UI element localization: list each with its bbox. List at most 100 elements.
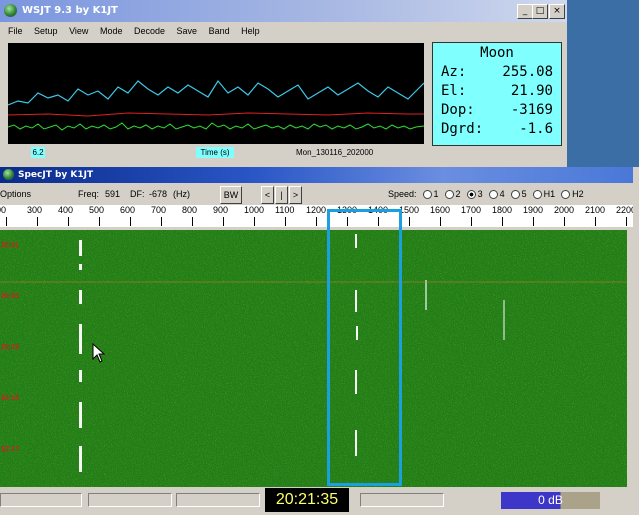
scale-tick-mark — [440, 217, 441, 226]
scale-tick-mark — [130, 217, 131, 226]
waterfall-time-mark: 20:17 — [1, 446, 19, 453]
frequency-highlight-box — [327, 209, 402, 486]
freq-label: Freq: — [78, 189, 100, 199]
scale-tick-mark — [99, 217, 100, 226]
speed-group: Speed: 1 2 3 4 5 H1 H2 — [388, 184, 584, 204]
utc-clock: 20:21:35 — [265, 488, 349, 512]
scale-tick-label: 600 — [120, 205, 136, 215]
bw-button[interactable]: BW — [220, 186, 242, 204]
speed-label-3: 3 — [477, 189, 483, 199]
speed-label-4: 4 — [499, 189, 505, 199]
scale-tick-label: 2000 — [554, 205, 575, 215]
waterfall-time-mark: 20:19 — [1, 344, 19, 351]
speed-label-1: 1 — [433, 189, 439, 199]
signal-level-meter: 0 dB — [501, 492, 600, 509]
menu-view[interactable]: View — [69, 26, 88, 36]
wsjt-titlebar[interactable]: WSJT 9.3 by K1JT _ □ × — [0, 0, 567, 22]
wsjt-title: WSJT 9.3 by K1JT — [22, 5, 118, 16]
scale-tick-mark — [37, 217, 38, 226]
speed-radio-4[interactable] — [488, 190, 498, 200]
maximize-button[interactable]: □ — [532, 4, 548, 19]
status-field-2 — [88, 493, 172, 507]
scale-tick-label: 900 — [213, 205, 229, 215]
menu-decode[interactable]: Decode — [134, 26, 165, 36]
speed-label: Speed: — [388, 189, 417, 199]
scale-tick-label: 1800 — [492, 205, 513, 215]
frequency-scale: 0030040050060070080090010001100120013001… — [0, 205, 636, 227]
scale-tick-mark — [161, 217, 162, 226]
scale-tick-mark — [502, 217, 503, 226]
moon-az-row: Az: 255.08 — [433, 63, 561, 82]
scale-tick-mark — [409, 217, 410, 226]
menu-band[interactable]: Band — [209, 26, 230, 36]
dop-value: -3169 — [510, 102, 553, 118]
scale-tick-mark — [564, 217, 565, 226]
nav-right-button[interactable]: > — [289, 186, 302, 204]
specjt-titlebar[interactable]: SpecJT by K1JT — [0, 167, 633, 183]
menu-help[interactable]: Help — [241, 26, 260, 36]
speed-radio-2[interactable] — [444, 190, 454, 200]
scale-tick-mark — [626, 217, 627, 226]
mouse-cursor-icon — [92, 343, 106, 363]
menu-setup[interactable]: Setup — [34, 26, 58, 36]
waterfall-time-mark: 20:18 — [1, 395, 19, 402]
status-field-3 — [176, 493, 260, 507]
scale-tick-mark — [285, 217, 286, 226]
close-button[interactable]: × — [549, 4, 565, 19]
speed-radio-1[interactable] — [422, 190, 432, 200]
scale-tick-label: 800 — [182, 205, 198, 215]
speed-radio-h1[interactable] — [532, 190, 542, 200]
waterfall-time-mark: 20:21 — [1, 242, 19, 249]
moon-dgrd-row: Dgrd: -1.6 — [433, 120, 561, 139]
nav-center-button[interactable]: | — [275, 186, 288, 204]
background-window-edge — [633, 167, 639, 515]
scale-tick-mark — [316, 217, 317, 226]
moon-title: Moon — [480, 45, 514, 61]
signal-traces — [7, 79, 425, 131]
specjt-window: SpecJT by K1JT Options Freq: 591 DF: -67… — [0, 167, 636, 515]
az-value: 255.08 — [502, 64, 553, 80]
speed-label-h1: H1 — [543, 189, 556, 199]
scale-tick-label: 00 — [0, 205, 7, 215]
specjt-globe-icon — [3, 169, 14, 180]
dgrd-label: Dgrd: — [441, 121, 484, 137]
df-label: DF: — [130, 189, 145, 199]
df-unit: (Hz) — [173, 189, 190, 199]
speed-radio-3[interactable] — [466, 190, 476, 200]
speed-radio-5[interactable] — [510, 190, 520, 200]
speed-label-5: 5 — [521, 189, 527, 199]
signal-plot[interactable] — [7, 43, 425, 144]
scale-tick-label: 400 — [58, 205, 74, 215]
scale-tick-mark — [68, 217, 69, 226]
specjt-title: SpecJT by K1JT — [18, 170, 94, 180]
scale-tick-mark — [471, 217, 472, 226]
menu-mode[interactable]: Mode — [100, 26, 123, 36]
menu-file[interactable]: File — [8, 26, 23, 36]
nav-left-button[interactable]: < — [261, 186, 274, 204]
speed-radio-h2[interactable] — [561, 190, 571, 200]
scale-tick-label: 1900 — [523, 205, 544, 215]
scale-tick-label: 1700 — [461, 205, 482, 215]
plot-scale-label: 6.2 — [31, 147, 45, 158]
moon-dop-row: Dop: -3169 — [433, 101, 561, 120]
el-value: 21.90 — [510, 83, 553, 99]
scale-tick-mark — [595, 217, 596, 226]
scale-tick-label: 500 — [89, 205, 105, 215]
scale-tick-label: 2100 — [585, 205, 606, 215]
wsjt-menubar: File Setup View Mode Decode Save Band He… — [8, 26, 269, 36]
scale-tick-label: 300 — [27, 205, 43, 215]
dgrd-value: -1.6 — [519, 121, 553, 137]
menu-save[interactable]: Save — [177, 26, 198, 36]
moon-panel: Moon Az: 255.08 El: 21.90 Dop: -3169 Dgrd: -… — [432, 42, 562, 146]
scale-tick-label: 1500 — [399, 205, 420, 215]
plot-time-label: Time (s) — [196, 147, 234, 158]
options-menu[interactable]: Options — [0, 184, 31, 204]
waterfall-time-mark: 20:20 — [1, 293, 19, 300]
speed-label-h2: H2 — [572, 189, 584, 199]
wsjt-globe-icon — [4, 4, 17, 17]
status-field-1 — [0, 493, 82, 507]
scale-tick-mark — [533, 217, 534, 226]
az-label: Az: — [441, 64, 467, 80]
scale-tick-label: 1200 — [306, 205, 327, 215]
minimize-button[interactable]: _ — [517, 4, 533, 19]
